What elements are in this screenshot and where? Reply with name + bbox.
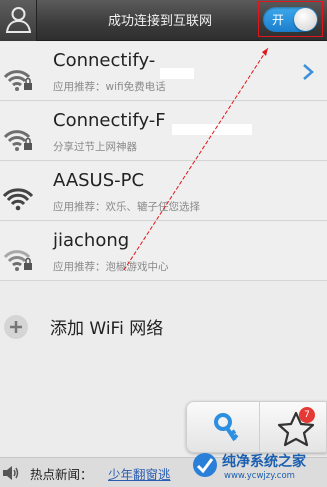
redaction-mask <box>160 68 194 79</box>
favorites-button[interactable] <box>259 402 327 452</box>
toggle-highlight-box: 开 <box>258 1 323 37</box>
network-subtitle: 分享过节上网神器 <box>53 141 137 153</box>
network-subtitle: 应用推荐：泡椒游戏中心 <box>53 261 169 273</box>
add-wifi-label: 添加 WiFi 网络 <box>50 319 164 339</box>
network-name: jiachong <box>53 230 130 251</box>
notification-badge: 7 <box>299 407 315 423</box>
wifi-locked-icon <box>3 250 32 271</box>
wifi-locked-icon <box>3 130 32 151</box>
watermark: 纯净系统之家 www.ycwjzy.com <box>188 446 327 487</box>
network-name: Connectify- <box>53 50 156 71</box>
toggle-label: 开 <box>272 13 285 27</box>
wifi-power-toggle[interactable]: 开 <box>263 7 318 32</box>
connection-status-title: 成功连接到互联网 <box>107 14 212 29</box>
user-icon <box>5 7 32 33</box>
wifi-icon <box>3 188 34 211</box>
news-label: 热点新闻： <box>30 467 93 482</box>
add-wifi-network-button[interactable]: 添加 WiFi 网络 <box>0 301 327 353</box>
watermark-url: www.ycwjzy.com <box>224 471 295 481</box>
network-name: AASUS-PC <box>53 170 145 191</box>
network-subtitle: 应用推荐：wifi免费电话 <box>53 81 166 93</box>
network-item[interactable]: Connectify- 应用推荐：wifi免费电话 <box>0 42 327 101</box>
chevron-right-icon[interactable] <box>300 64 316 80</box>
network-item[interactable]: AASUS-PC 应用推荐：欢乐、辘子任您选择 <box>0 162 327 221</box>
key-button[interactable] <box>187 402 257 452</box>
network-item[interactable]: Connectify-F 分享过节上网神器 <box>0 102 327 161</box>
avatar-button[interactable] <box>0 0 37 41</box>
news-link[interactable]: 少年翻窗逃 <box>108 464 171 483</box>
network-subtitle: 应用推荐：欢乐、辘子任您选择 <box>53 201 200 213</box>
speaker-icon <box>3 466 19 480</box>
wifi-locked-icon <box>3 70 32 91</box>
top-bar: 成功连接到互联网 开 <box>0 0 327 41</box>
toggle-knob[interactable] <box>294 8 317 31</box>
key-icon <box>214 413 239 442</box>
redaction-mask <box>172 124 252 135</box>
network-name: Connectify-F <box>53 110 166 131</box>
watermark-name: 纯净系统之家 <box>222 454 306 470</box>
plus-icon <box>4 315 28 339</box>
network-item[interactable]: jiachong 应用推荐：泡椒游戏中心 <box>0 222 327 281</box>
watermark-logo-icon <box>193 453 217 477</box>
star-icon <box>277 411 315 447</box>
